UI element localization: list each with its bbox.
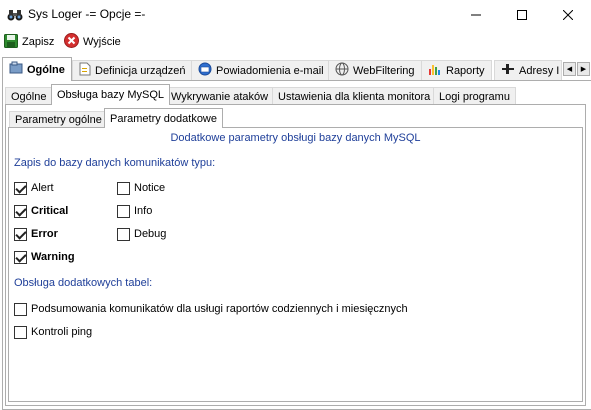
tab-label: Parametry ogólne <box>15 114 102 126</box>
subtab-ogolne[interactable]: Ogólne <box>5 87 53 105</box>
checkbox-box[interactable] <box>14 325 27 339</box>
checkbox-label: Error <box>31 228 58 240</box>
pin-icon <box>501 62 515 79</box>
checkbox-box[interactable] <box>117 181 130 195</box>
tab-raporty[interactable]: Raporty <box>421 60 492 80</box>
tab-webfiltering[interactable]: WebFiltering <box>328 60 422 80</box>
toolbar: Zapisz Wyjście <box>0 30 591 54</box>
window-title: Sys Loger -= Opcje =- <box>28 7 146 21</box>
checkbox-box[interactable] <box>14 302 27 316</box>
save-label: Zapisz <box>22 36 55 48</box>
tab-label: Ustawienia dla klienta monitora <box>278 90 431 103</box>
tab-label: Adresy I <box>519 64 560 77</box>
checkbox-box[interactable] <box>14 204 27 218</box>
subtab-logi-programu[interactable]: Logi programu <box>433 87 516 105</box>
tab-label: Raporty <box>446 64 485 77</box>
checkbox-box[interactable] <box>14 181 27 195</box>
tab-label: Powiadomienia e-mail <box>216 64 324 77</box>
alert-checkbox[interactable]: Alert <box>14 181 54 195</box>
tab-ogolne[interactable]: Ogólne <box>2 57 72 81</box>
tab-label: Definicja urządzeń <box>95 64 186 77</box>
document-icon <box>79 62 91 79</box>
tab-definicja-urzadzen[interactable]: Definicja urządzeń <box>72 60 193 80</box>
summary-table-checkbox[interactable]: Podsumowania komunikatów dla usługi rapo… <box>14 302 408 316</box>
globe-mail-icon <box>198 62 212 79</box>
tab-adresy[interactable]: Adresy I <box>494 60 562 80</box>
exit-button[interactable]: Wyjście <box>61 32 124 52</box>
tab-label: Wykrywanie ataków <box>171 90 269 103</box>
subtab-obsluga-bazy-mysql[interactable]: Obsługa bazy MySQL <box>51 84 170 105</box>
exit-icon <box>64 33 79 51</box>
arrow-right-icon: ▶ <box>580 66 587 73</box>
subtab-ustawienia-klienta[interactable]: Ustawienia dla klienta monitora <box>272 87 437 105</box>
checkbox-label: Kontroli ping <box>31 326 93 338</box>
critical-checkbox[interactable]: Critical <box>14 204 68 218</box>
checkbox-label: Warning <box>31 251 75 263</box>
minimize-button[interactable] <box>453 0 499 30</box>
checkbox-label: Podsumowania komunikatów dla usługi rapo… <box>31 303 408 315</box>
tab-label: WebFiltering <box>353 64 415 77</box>
save-icon <box>4 33 18 51</box>
exit-label: Wyjście <box>83 36 121 48</box>
subtab-wykrywanie-atakow[interactable]: Wykrywanie ataków <box>165 87 275 105</box>
tab-scroll-right-button[interactable]: ▶ <box>577 62 590 76</box>
checkbox-box[interactable] <box>14 227 27 241</box>
checkbox-label: Alert <box>31 182 54 194</box>
section-additional-tables-title: Obsługa dodatkowych tabel: <box>14 277 153 289</box>
checkbox-box[interactable] <box>14 250 27 264</box>
title-bar: Sys Loger -= Opcje =- <box>0 0 591 30</box>
close-button[interactable] <box>545 0 591 30</box>
tab-powiadomienia-email[interactable]: Powiadomienia e-mail <box>191 60 331 80</box>
tab-label: Obsługa bazy MySQL <box>57 89 164 101</box>
tab-label: Parametry dodatkowe <box>110 112 217 125</box>
save-button[interactable]: Zapisz <box>1 32 57 52</box>
close-icon <box>563 10 573 20</box>
innertab-parametry-dodatkowe[interactable]: Parametry dodatkowe <box>104 108 223 128</box>
panel-heading: Dodatkowe parametry obsługi bazy danych … <box>170 132 421 144</box>
checkbox-label: Debug <box>134 228 167 240</box>
settings-icon <box>9 61 23 78</box>
ping-table-checkbox[interactable]: Kontroli ping <box>14 325 92 339</box>
debug-checkbox[interactable]: Debug <box>117 227 166 241</box>
section-message-types-title: Zapis do bazy danych komunikatów typu: <box>14 157 216 169</box>
binoculars-icon <box>7 7 23 23</box>
checkbox-box[interactable] <box>117 227 130 241</box>
checkbox-box[interactable] <box>117 204 130 218</box>
arrow-left-icon: ◀ <box>566 66 573 73</box>
checkbox-label: Critical <box>31 205 69 217</box>
tab-label: Ogólne <box>27 63 65 76</box>
checkbox-label: Notice <box>134 182 166 194</box>
innertab-parametry-ogolne[interactable]: Parametry ogólne <box>9 111 108 128</box>
checkbox-label: Info <box>134 205 153 217</box>
maximize-button[interactable] <box>499 0 545 30</box>
info-checkbox[interactable]: Info <box>117 204 152 218</box>
web-icon <box>335 62 349 79</box>
maximize-icon <box>517 10 527 20</box>
tab-scroll-left-button[interactable]: ◀ <box>563 62 576 76</box>
error-checkbox[interactable]: Error <box>14 227 58 241</box>
tab-label: Logi programu <box>439 90 510 103</box>
chart-icon <box>428 62 442 79</box>
minimize-icon <box>471 14 481 16</box>
notice-checkbox[interactable]: Notice <box>117 181 165 195</box>
warning-checkbox[interactable]: Warning <box>14 250 75 264</box>
tab-label: Ogólne <box>11 90 47 103</box>
